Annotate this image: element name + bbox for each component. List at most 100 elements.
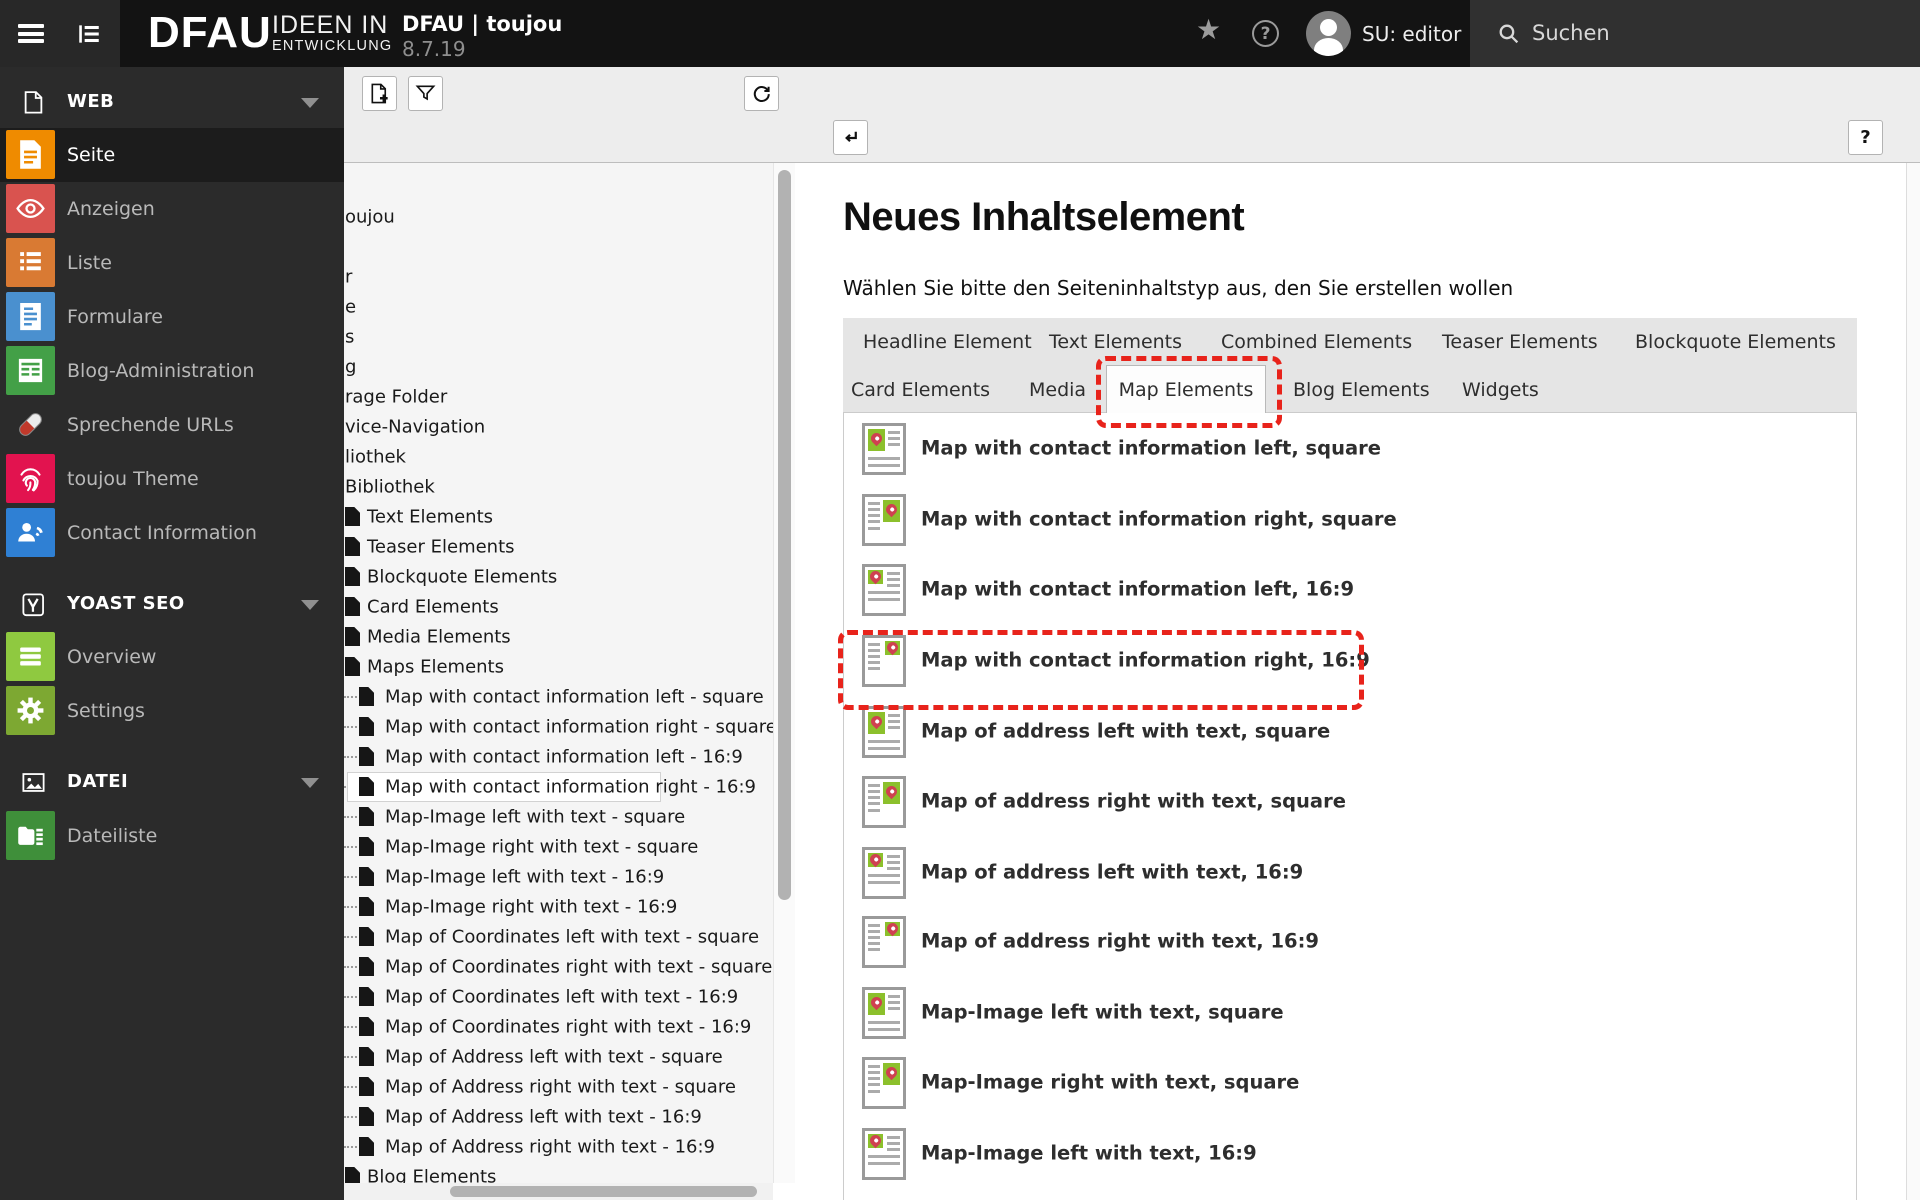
tree-row[interactable]: s: [344, 322, 773, 352]
refresh-tree-button[interactable]: [744, 76, 779, 111]
tree-row[interactable]: Maps Elements: [344, 652, 773, 682]
content-scrollbar[interactable]: [1906, 163, 1920, 1200]
tree-row[interactable]: Map of Address left with text - square: [344, 1042, 773, 1072]
tree-row[interactable]: Map of Coordinates right with text - squ…: [344, 952, 773, 982]
page-icon: [359, 807, 374, 826]
avatar[interactable]: [1306, 11, 1351, 56]
sidebar-item-dateiliste[interactable]: Dateiliste: [0, 809, 344, 863]
scrollbar-thumb[interactable]: [778, 170, 791, 900]
page-icon: [359, 1017, 374, 1036]
new-page-button[interactable]: [362, 76, 397, 111]
list-item[interactable]: Map with contact information right, squa…: [844, 493, 1856, 546]
tab-teaser-elements[interactable]: Teaser Elements: [1442, 331, 1598, 353]
tree-row[interactable]: Teaser Elements: [344, 532, 773, 562]
sidebar-item-blog-administration[interactable]: Blog-Administration: [0, 344, 344, 398]
sidebar-item-toujou-theme[interactable]: toujou Theme: [0, 452, 344, 506]
tree-row[interactable]: Map with contact information left - squa…: [344, 682, 773, 712]
tree-row[interactable]: Map of Address left with text - 16:9: [344, 1102, 773, 1132]
chevron-down-icon: [301, 98, 319, 108]
tree-row[interactable]: oujou: [344, 202, 773, 232]
list-item[interactable]: Map-Image right with text, square: [844, 1056, 1856, 1109]
tree-row[interactable]: Map-Image left with text - square: [344, 802, 773, 832]
tree-row[interactable]: Map-Image left with text - 16:9: [344, 862, 773, 892]
list-item[interactable]: Map-Image left with text, 16:9: [844, 1127, 1856, 1180]
page-icon: [359, 1137, 374, 1156]
close-return-button[interactable]: [833, 120, 868, 155]
tree-row[interactable]: Map-Image right with text - 16:9: [344, 892, 773, 922]
content-area: Neues Inhaltselement Wählen Sie bitte de…: [795, 163, 1906, 1200]
list-item[interactable]: Map of address right with text, square: [844, 775, 1856, 828]
map-right-square-icon: [862, 494, 906, 546]
sidebar-item-overview[interactable]: Overview: [0, 630, 344, 684]
list-item[interactable]: Map with contact information left, squar…: [844, 422, 1856, 475]
sidebar-item-formulare[interactable]: Formulare: [0, 290, 344, 344]
tree-row[interactable]: Card Elements: [344, 592, 773, 622]
tree-row[interactable]: Map of Coordinates left with text - squa…: [344, 922, 773, 952]
tree-row[interactable]: Map-Image right with text - square: [344, 832, 773, 862]
tree-row[interactable]: Map of Address right with text - square: [344, 1072, 773, 1102]
map-left-169-icon: [862, 1128, 906, 1180]
tree-row[interactable]: Blog Elements: [344, 1162, 773, 1183]
tab-card-elements[interactable]: Card Elements: [851, 379, 990, 401]
tab-map-elements-active[interactable]: Map Elements: [1106, 365, 1266, 413]
filter-button[interactable]: [408, 76, 443, 111]
search-input[interactable]: Suchen: [1470, 0, 1920, 67]
eye-icon: [6, 184, 55, 233]
tab-headline-element[interactable]: Headline Element: [863, 331, 1032, 353]
tab-text-elements[interactable]: Text Elements: [1049, 331, 1182, 353]
sidebar-item-settings[interactable]: Settings: [0, 684, 344, 738]
tree-row[interactable]: Text Elements: [344, 502, 773, 532]
contact-icon: [6, 508, 55, 557]
page-icon: [359, 717, 374, 736]
sidebar-item-anzeigen[interactable]: Anzeigen: [0, 182, 344, 236]
section-web[interactable]: WEB: [0, 87, 344, 119]
tree-vertical-scrollbar[interactable]: [773, 163, 795, 1183]
sidebar-item-contact-information[interactable]: Contact Information: [0, 506, 344, 560]
list-item[interactable]: Map-Image left with text, square: [844, 986, 1856, 1039]
sidebar-item-seite[interactable]: Seite: [0, 128, 344, 182]
menu-toggle-button[interactable]: [18, 24, 44, 43]
tree-row[interactable]: Map of Coordinates right with text - 16:…: [344, 1012, 773, 1042]
scrollbar-thumb[interactable]: [450, 1186, 757, 1197]
tree-row[interactable]: Media Elements: [344, 622, 773, 652]
context-help-button[interactable]: ?: [1848, 120, 1883, 155]
return-arrow-icon: [845, 131, 857, 142]
tree-row[interactable]: Map with contact information right - squ…: [344, 712, 773, 742]
bookmark-star-icon[interactable]: ★: [1196, 13, 1221, 46]
list-item[interactable]: Map with contact information left, 16:9: [844, 563, 1856, 616]
tree-row[interactable]: Blockquote Elements: [344, 562, 773, 592]
page-icon: [6, 130, 55, 179]
section-datei[interactable]: DATEI: [0, 767, 344, 799]
tree-row[interactable]: Map of Address right with text - 16:9: [344, 1132, 773, 1162]
tab-blockquote-elements[interactable]: Blockquote Elements: [1635, 331, 1836, 353]
tree-row[interactable]: Bibliothek: [344, 472, 773, 502]
opendocs-list-icon[interactable]: [76, 21, 102, 47]
tree-row[interactable]: Map with contact information left - 16:9: [344, 742, 773, 772]
section-yoast-seo[interactable]: YOAST SEO: [0, 589, 344, 621]
sidebar-item-liste[interactable]: Liste: [0, 236, 344, 290]
page-icon: [359, 867, 374, 886]
list-item[interactable]: Map of address left with text, square: [844, 705, 1856, 758]
sidebar-item-sprechende-urls[interactable]: Sprechende URLs: [0, 398, 344, 452]
tree-row[interactable]: liothek: [344, 442, 773, 472]
user-menu[interactable]: SU: editor: [1362, 22, 1461, 46]
map-right-169-icon: [862, 635, 906, 687]
help-icon[interactable]: ?: [1252, 20, 1279, 47]
tab-media[interactable]: Media: [1029, 379, 1086, 401]
tree-row[interactable]: Map of Coordinates left with text - 16:9: [344, 982, 773, 1012]
tree-row[interactable]: e: [344, 292, 773, 322]
tree-row-selected[interactable]: Map with contact information right - 16:…: [344, 772, 773, 802]
tree-row[interactable]: rage Folder: [344, 382, 773, 412]
tree-row[interactable]: vice-Navigation: [344, 412, 773, 442]
tab-combined-elements[interactable]: Combined Elements: [1221, 331, 1412, 353]
list-item-highlighted[interactable]: Map with contact information right, 16:9: [844, 634, 1856, 687]
list-item[interactable]: Map of address left with text, 16:9: [844, 846, 1856, 899]
page-icon: [359, 1107, 374, 1126]
tab-blog-elements[interactable]: Blog Elements: [1293, 379, 1430, 401]
tree-row[interactable]: r: [344, 262, 773, 292]
tree-row[interactable]: g: [344, 352, 773, 382]
map-right-square-icon: [862, 776, 906, 828]
list-item[interactable]: Map of address right with text, 16:9: [844, 915, 1856, 968]
tab-widgets[interactable]: Widgets: [1462, 379, 1539, 401]
tree-horizontal-scrollbar[interactable]: [344, 1183, 773, 1200]
